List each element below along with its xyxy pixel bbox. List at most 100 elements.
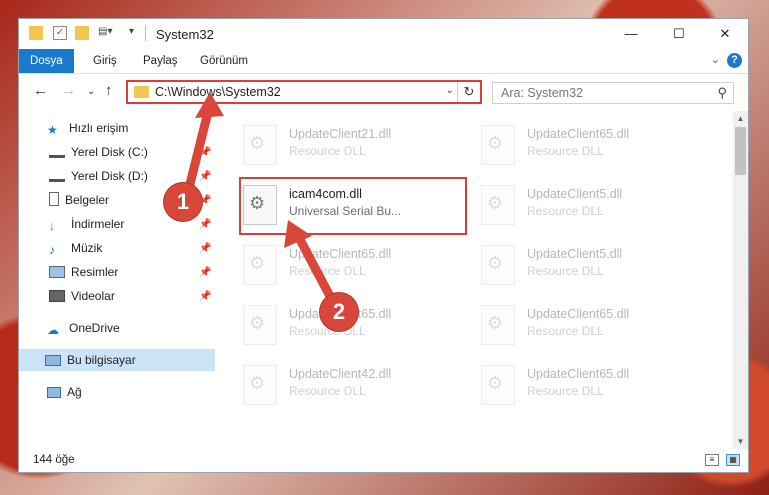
sidebar-item-local-disk-d[interactable]: Yerel Disk (D:) (49, 165, 148, 187)
quick-access-dropdown-icon[interactable]: ▾ (129, 26, 143, 40)
scroll-down-icon[interactable]: ▼ (733, 437, 748, 446)
music-note-icon: ♪ (49, 243, 55, 257)
list-item[interactable]: ⚙ UpdateClient21.dll Resource DLL (241, 119, 471, 173)
picture-icon (49, 266, 65, 278)
step-badge-1: 1 (164, 183, 202, 221)
window-title: System32 (156, 27, 214, 42)
maximize-button[interactable]: ☐ (656, 19, 702, 49)
title-bar: ✓ ▤▾ ▾ System32 — ☐ ✕ (19, 19, 748, 49)
tab-paylas[interactable]: Paylaş (132, 49, 189, 73)
sidebar-item-videos[interactable]: Videolar (49, 285, 115, 307)
minimize-button[interactable]: — (608, 19, 654, 49)
pin-icon[interactable]: 📌 (199, 243, 211, 254)
sidebar-item-network[interactable]: Ağ (47, 381, 82, 403)
list-item[interactable]: ⚙ UpdateClient65.dll Resource DLL (479, 119, 709, 173)
sidebar-item-label: Hızlı erişim (69, 121, 129, 135)
file-name: UpdateClient5.dll (527, 247, 623, 261)
sidebar-item-local-disk-c[interactable]: Yerel Disk (C:) (49, 141, 148, 163)
file-type: Resource DLL (289, 264, 366, 278)
search-placeholder: Ara: System32 (501, 86, 583, 100)
forward-arrow-icon[interactable]: → (61, 82, 76, 99)
sidebar-item-pictures[interactable]: Resimler (49, 261, 118, 283)
search-icon[interactable]: ⚲ (717, 85, 727, 101)
up-arrow-icon[interactable]: ↑ (105, 82, 113, 99)
pin-icon[interactable]: 📌 (199, 147, 211, 158)
file-type: Resource DLL (527, 264, 604, 278)
list-item[interactable]: ⚙ UpdateClient65.dll Resource DLL (479, 299, 709, 353)
properties-icon[interactable]: ✓ (53, 26, 67, 40)
file-type: Resource DLL (527, 324, 604, 338)
download-arrow-icon: ↓ (49, 219, 55, 233)
pin-icon[interactable]: 📌 (199, 171, 211, 182)
sidebar-item-label: Yerel Disk (C:) (71, 145, 148, 159)
scrollbar-thumb[interactable] (735, 127, 746, 175)
gear-icon: ⚙ (487, 253, 504, 273)
large-icons-view-icon[interactable]: ▦ (726, 454, 740, 466)
vertical-scrollbar[interactable]: ▲ ▼ (733, 111, 748, 449)
sidebar-item-label: Videolar (71, 289, 115, 303)
scroll-up-icon[interactable]: ▲ (733, 114, 748, 123)
file-name: UpdateClient65.dll (527, 367, 630, 381)
film-icon (49, 290, 65, 302)
address-dropdown-icon[interactable]: ⌄ (446, 85, 454, 96)
star-icon: ★ (47, 123, 58, 137)
sidebar-item-label: Ağ (67, 385, 82, 399)
gear-icon: ⚙ (487, 133, 504, 153)
recent-locations-icon[interactable]: ⌄ (87, 86, 95, 97)
drive-icon (49, 172, 65, 182)
tab-giris[interactable]: Giriş (82, 49, 128, 73)
gear-icon: ⚙ (487, 373, 504, 393)
sidebar-item-downloads[interactable]: ↓ İndirmeler (49, 213, 124, 235)
sidebar-item-music[interactable]: ♪ Müzik (49, 237, 102, 259)
list-item[interactable]: ⚙ UpdateClient5.dll Resource DLL (479, 239, 709, 293)
tab-dosya[interactable]: Dosya (19, 49, 74, 73)
file-name: UpdateClient65.dll (527, 307, 630, 321)
highlight-box (239, 177, 467, 235)
gear-icon: ⚙ (249, 253, 266, 273)
file-name: UpdateClient42.dll (289, 367, 392, 381)
file-type: Resource DLL (289, 144, 366, 158)
network-icon (47, 387, 61, 398)
drive-icon (49, 148, 65, 158)
title-separator (145, 25, 146, 41)
sidebar-item-label: İndirmeler (71, 217, 125, 231)
sidebar-item-this-pc[interactable]: Bu bilgisayar (19, 349, 215, 371)
file-type: Resource DLL (527, 384, 604, 398)
new-folder-icon[interactable] (75, 26, 89, 40)
customize-toolbar-icon[interactable]: ▤▾ (98, 26, 112, 40)
sidebar-item-onedrive[interactable]: ☁ OneDrive (47, 317, 120, 339)
expand-ribbon-icon[interactable]: ⌄ (711, 53, 720, 66)
sidebar-item-quick-access[interactable]: ★ Hızlı erişim (47, 117, 128, 139)
sidebar-item-label: Resimler (71, 265, 119, 279)
details-view-icon[interactable]: ≡ (705, 454, 719, 466)
tab-gorunum[interactable]: Görünüm (189, 49, 259, 73)
address-path: C:\Windows\System32 (155, 85, 281, 99)
computer-icon (45, 355, 61, 366)
sidebar-item-label: Yerel Disk (D:) (71, 169, 148, 183)
file-name: UpdateClient5.dll (527, 187, 623, 201)
list-item[interactable]: ⚙ UpdateClient65.dll Resource DLL (241, 239, 471, 293)
list-item[interactable]: ⚙ UpdateClient65.dll Resource DLL (479, 359, 709, 413)
ribbon-tabs: Dosya Giriş Paylaş Görünüm ⌄ ? (19, 49, 748, 74)
back-arrow-icon[interactable]: ← (33, 82, 48, 99)
sidebar-item-label: OneDrive (69, 321, 120, 335)
file-name: UpdateClient21.dll (289, 127, 392, 141)
refresh-icon[interactable]: ↻ (457, 82, 480, 102)
pin-icon[interactable]: 📌 (199, 291, 211, 302)
folder-icon[interactable] (29, 26, 43, 40)
address-bar[interactable]: C:\Windows\System32 ⌄ ↻ (126, 80, 482, 104)
pin-icon[interactable]: 📌 (199, 219, 211, 230)
file-type: Resource DLL (289, 384, 366, 398)
pin-icon[interactable]: 📌 (199, 267, 211, 278)
sidebar-item-documents[interactable]: Belgeler (49, 189, 109, 211)
list-item[interactable]: ⚙ UpdateClient5.dll Resource DLL (479, 179, 709, 233)
gear-icon: ⚙ (249, 313, 266, 333)
file-type: Resource DLL (527, 204, 604, 218)
file-type: Resource DLL (527, 144, 604, 158)
help-icon[interactable]: ? (727, 53, 742, 68)
sidebar-item-label: Bu bilgisayar (67, 353, 136, 367)
file-list: ⚙ UpdateClient21.dll Resource DLL ⚙ Upda… (217, 111, 733, 449)
close-button[interactable]: ✕ (702, 19, 748, 49)
list-item[interactable]: ⚙ UpdateClient42.dll Resource DLL (241, 359, 471, 413)
search-input[interactable]: Ara: System32 ⚲ (492, 82, 734, 104)
